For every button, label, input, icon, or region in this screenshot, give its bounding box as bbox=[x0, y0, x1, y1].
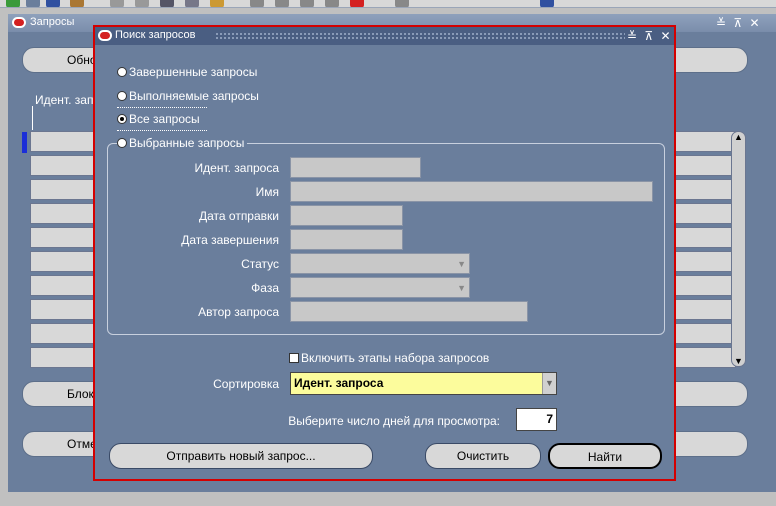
request-id-label: Идент. запроса bbox=[194, 161, 279, 175]
clear-button-label: Очистить bbox=[456, 449, 510, 463]
dialog-title: Поиск запросов bbox=[115, 29, 196, 41]
lock-icon[interactable] bbox=[46, 0, 60, 7]
radio-running-label: Выполняемые запросы bbox=[129, 89, 259, 103]
sort-select-value: Идент. запроса bbox=[294, 376, 384, 390]
clip-icon[interactable] bbox=[395, 0, 409, 7]
clear-button[interactable]: Очистить bbox=[425, 443, 541, 469]
completed-date-label: Дата завершения bbox=[181, 233, 279, 247]
tools-icon[interactable] bbox=[110, 0, 124, 7]
row-focus-indicator bbox=[22, 132, 27, 153]
clear-icon[interactable] bbox=[250, 0, 264, 7]
copy-icon[interactable] bbox=[160, 0, 174, 7]
toolbar bbox=[0, 0, 776, 8]
radio-completed-label: Завершенные запросы bbox=[129, 65, 258, 79]
requestor-label: Автор запроса bbox=[198, 305, 279, 319]
requests-window-title: Запросы bbox=[30, 16, 75, 28]
find-button[interactable]: Найти bbox=[548, 443, 662, 469]
cut-icon[interactable] bbox=[135, 0, 149, 7]
status-select[interactable]: ▼ bbox=[290, 253, 470, 274]
radio-all-dot[interactable] bbox=[117, 114, 127, 124]
radio-running-dot[interactable] bbox=[117, 91, 127, 101]
table-scrollbar[interactable]: ▲ ▼ bbox=[731, 131, 746, 367]
radio-completed-dot[interactable] bbox=[117, 67, 127, 77]
include-stages-checkbox[interactable]: Включить этапы набора запросов bbox=[289, 351, 489, 365]
new-icon[interactable] bbox=[6, 0, 20, 7]
folder-icon[interactable] bbox=[300, 0, 314, 7]
find-button-label: Найти bbox=[587, 450, 623, 464]
chevron-down-icon[interactable]: ▼ bbox=[542, 373, 556, 394]
sort-label: Сортировка bbox=[213, 377, 279, 391]
dialog-window-controls[interactable]: ≚ ⊼ ✕ bbox=[627, 29, 673, 43]
radio-specific-dot[interactable] bbox=[117, 138, 127, 148]
phase-label: Фаза bbox=[251, 281, 279, 295]
titlebar-pattern bbox=[215, 32, 625, 40]
scroll-down-icon[interactable]: ▼ bbox=[734, 356, 743, 366]
submit-new-request-label: Отправить новый запрос... bbox=[166, 449, 316, 463]
days-input-value: 7 bbox=[546, 412, 553, 426]
request-id-input[interactable] bbox=[290, 157, 421, 178]
ledger-icon[interactable] bbox=[325, 0, 339, 7]
header-divider bbox=[32, 106, 33, 130]
submit-new-request-button[interactable]: Отправить новый запрос... bbox=[109, 443, 373, 469]
save-icon[interactable] bbox=[26, 0, 40, 7]
radio-all[interactable]: Все запросы bbox=[117, 112, 200, 126]
name-label: Имя bbox=[255, 185, 279, 199]
radio-running[interactable]: Выполняемые запросы bbox=[117, 89, 259, 103]
radio-all-label: Все запросы bbox=[129, 112, 200, 126]
edit-icon[interactable] bbox=[210, 0, 224, 7]
chevron-down-icon[interactable]: ▼ bbox=[457, 283, 466, 293]
print-icon[interactable] bbox=[70, 0, 84, 7]
oracle-icon bbox=[98, 30, 112, 41]
radio-completed[interactable]: Завершенные запросы bbox=[117, 65, 257, 79]
find-requests-dialog: Поиск запросов ≚ ⊼ ✕ Завершенные запросы… bbox=[93, 25, 676, 481]
close-icon[interactable] bbox=[275, 0, 289, 7]
scroll-up-icon[interactable]: ▲ bbox=[734, 132, 743, 142]
requestor-input[interactable] bbox=[290, 301, 528, 322]
radio-specific[interactable]: Выбранные запросы bbox=[117, 136, 248, 150]
days-label: Выберите число дней для просмотра: bbox=[288, 414, 500, 428]
submitted-date-input[interactable] bbox=[290, 205, 403, 226]
radio-specific-label: Выбранные запросы bbox=[129, 136, 245, 150]
days-input[interactable]: 7 bbox=[516, 408, 557, 431]
phase-select[interactable]: ▼ bbox=[290, 277, 470, 298]
include-stages-box[interactable] bbox=[289, 353, 299, 363]
dialog-titlebar: Поиск запросов ≚ ⊼ ✕ bbox=[95, 27, 674, 45]
chevron-down-icon[interactable]: ▼ bbox=[457, 259, 466, 269]
include-stages-label: Включить этапы набора запросов bbox=[301, 351, 490, 365]
lamp-icon[interactable] bbox=[350, 0, 364, 7]
submitted-date-label: Дата отправки bbox=[199, 209, 279, 223]
sort-select[interactable]: Идент. запроса ▼ bbox=[290, 372, 557, 395]
focus-dotted-line bbox=[117, 107, 207, 108]
name-input[interactable] bbox=[290, 181, 653, 202]
paste-icon[interactable] bbox=[185, 0, 199, 7]
focus-dotted-line bbox=[117, 130, 207, 131]
completed-date-input[interactable] bbox=[290, 229, 403, 250]
help-icon[interactable] bbox=[540, 0, 554, 7]
oracle-icon bbox=[12, 17, 26, 28]
window-controls[interactable]: ≚ ⊼ ✕ bbox=[716, 16, 762, 30]
status-label: Статус bbox=[241, 257, 279, 271]
